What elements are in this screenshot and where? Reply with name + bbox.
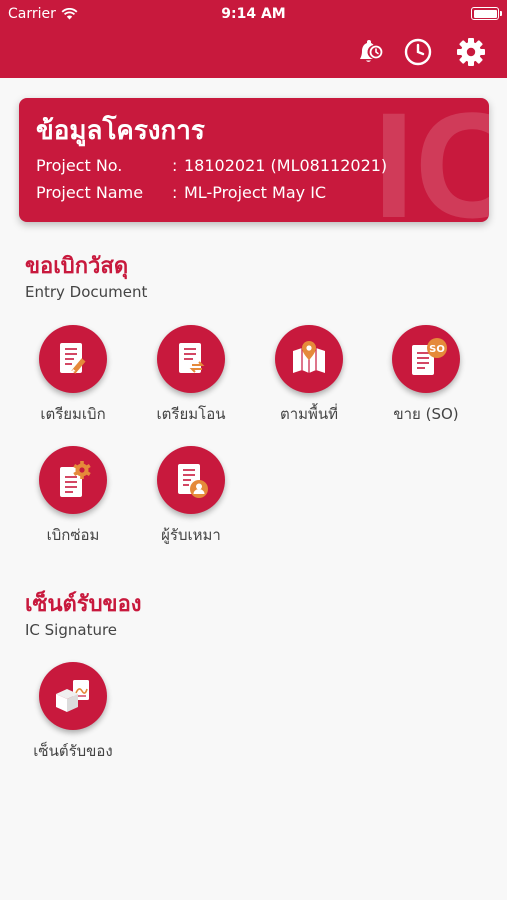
project-no-label: Project No. [36,156,123,175]
card-title: ข้อมูลโครงการ [36,116,205,146]
tile-repair-withdraw[interactable]: เบิกซ่อม [18,446,128,547]
tile-prepare-transfer[interactable]: เตรียมโอน [136,325,246,426]
project-name-label: Project Name [36,183,144,202]
tile-label: เซ็นต์รับของ [33,742,113,760]
project-no-row: Project No. : 18102021 (ML08112021) [36,156,387,175]
reminder-icon[interactable] [353,36,385,68]
tile-label: ผู้รับเหมา [161,526,221,544]
clock-icon[interactable] [402,36,434,68]
project-name-colon: : [172,183,178,202]
tile-label: ขาย (SO) [393,405,459,423]
tile-label: เตรียมเบิก [40,405,106,423]
document-edit-icon [39,325,107,393]
tile-by-area[interactable]: ตามพื้นที่ [254,325,364,426]
document-so-icon: SO [392,325,460,393]
project-name-row: Project Name : ML-Project May IC [36,183,326,202]
tile-label: ตามพื้นที่ [279,405,339,423]
signature-section-title: เซ็นต์รับของ [25,592,142,617]
gear-icon[interactable] [455,36,487,68]
entry-section-title: ขอเบิกวัสดุ [25,254,129,279]
project-info-card: IC ข้อมูลโครงการ Project No. : 18102021 … [19,98,489,222]
tile-sale-so[interactable]: SO ขาย (SO) [371,325,481,426]
top-header: Carrier 9:14 AM [0,0,507,78]
document-transfer-icon [157,325,225,393]
project-name-value: ML-Project May IC [184,183,327,202]
tile-sign-receive[interactable]: เซ็นต์รับของ [18,662,128,763]
so-badge: SO [429,344,445,355]
entry-section-subtitle: Entry Document [25,283,148,301]
project-no-value: 18102021 (ML08112021) [184,156,388,175]
status-time: 9:14 AM [221,6,286,22]
document-contractor-icon [157,446,225,514]
tile-label: เบิกซ่อม [46,526,100,544]
box-signature-icon [39,662,107,730]
map-pin-icon [275,325,343,393]
card-watermark: IC [373,98,489,222]
tile-label: เตรียมโอน [156,405,226,423]
battery-icon [471,7,502,20]
signature-section-subtitle: IC Signature [25,621,118,639]
document-repair-icon [39,446,107,514]
project-no-colon: : [172,156,178,175]
status-bar: Carrier 9:14 AM [0,0,507,28]
tile-prepare-withdraw[interactable]: เตรียมเบิก [18,325,128,426]
tile-contractor[interactable]: ผู้รับเหมา [136,446,246,547]
